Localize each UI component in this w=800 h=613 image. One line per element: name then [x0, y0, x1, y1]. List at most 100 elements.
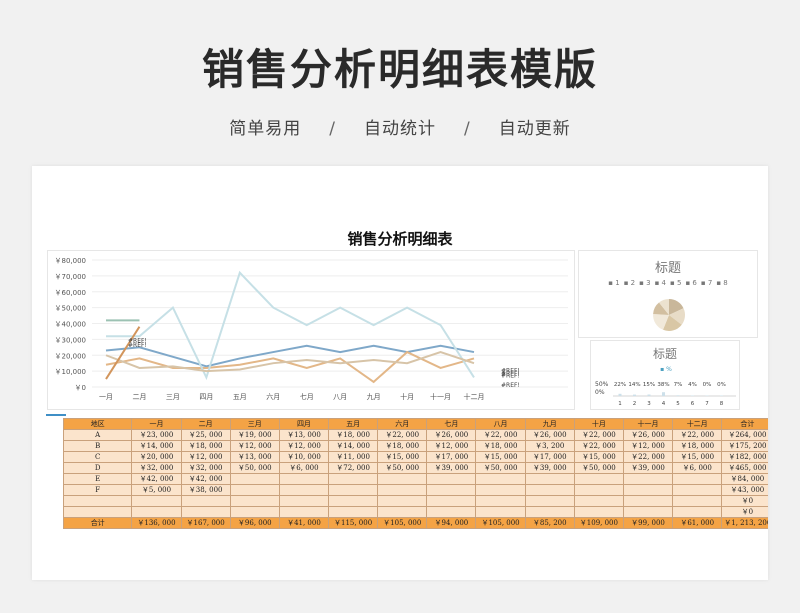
table-cell[interactable]	[180, 495, 231, 507]
table-cell[interactable]: ￥12, 000	[278, 440, 330, 452]
table-cell[interactable]	[426, 473, 477, 485]
table-cell[interactable]: ￥18, 000	[180, 440, 231, 452]
table-total-cell[interactable]: ￥94, 000	[426, 517, 477, 529]
table-cell[interactable]: ￥175, 200	[721, 440, 768, 452]
table-cell[interactable]: A	[62, 429, 133, 441]
table-cell[interactable]: ￥15, 000	[672, 451, 723, 463]
table-cell[interactable]	[622, 495, 674, 507]
table-cell[interactable]: ￥23, 000	[131, 429, 182, 441]
table-cell[interactable]: ￥22, 000	[622, 451, 674, 463]
table-cell[interactable]	[377, 506, 428, 518]
table-cell[interactable]: ￥50, 000	[475, 462, 526, 474]
table-cell[interactable]: ￥26, 000	[622, 429, 674, 441]
table-cell[interactable]	[426, 484, 477, 496]
bar-chart[interactable]: 标题 ▪ % 50% 0% 22% 1 14% 2 15% 3 38% 4 7% 5 4% 6 0% 7 0% 8	[590, 340, 740, 410]
table-cell[interactable]: ￥22, 000	[573, 429, 624, 441]
table-cell[interactable]: ￥39, 000	[426, 462, 477, 474]
table-cell[interactable]	[426, 506, 477, 518]
table-total-cell[interactable]: 合计	[62, 517, 133, 529]
table-cell[interactable]: E	[62, 473, 133, 485]
table-cell[interactable]	[62, 506, 133, 518]
table-total-cell[interactable]: ￥85, 200	[524, 517, 575, 529]
table-cell[interactable]: B	[62, 440, 133, 452]
table-cell[interactable]: ￥17, 000	[426, 451, 477, 463]
table-cell[interactable]: ￥14, 000	[131, 440, 182, 452]
table-cell[interactable]: ￥13, 000	[278, 429, 330, 441]
table-cell[interactable]: ￥15, 000	[377, 451, 428, 463]
table-cell[interactable]	[328, 506, 379, 518]
table-cell[interactable]	[475, 484, 526, 496]
table-cell[interactable]: ￥3, 200	[524, 440, 575, 452]
table-cell[interactable]	[377, 495, 428, 507]
table-cell[interactable]: ￥264, 000	[721, 429, 768, 441]
table-cell[interactable]: ￥22, 000	[377, 429, 428, 441]
table-total-cell[interactable]: ￥1, 213, 200	[721, 517, 768, 529]
table-cell[interactable]	[328, 473, 379, 485]
table-cell[interactable]: ￥12, 000	[229, 440, 280, 452]
table-cell[interactable]	[524, 484, 575, 496]
table-cell[interactable]	[229, 506, 280, 518]
table-cell[interactable]: ￥15, 000	[573, 451, 624, 463]
table-cell[interactable]: ￥19, 000	[229, 429, 280, 441]
table-cell[interactable]: ￥84, 000	[721, 473, 768, 485]
table-cell[interactable]: ￥17, 000	[524, 451, 575, 463]
table-cell[interactable]	[278, 495, 330, 507]
table-cell[interactable]	[524, 495, 575, 507]
table-cell[interactable]: ￥6, 000	[278, 462, 330, 474]
table-cell[interactable]	[131, 506, 182, 518]
table-cell[interactable]: ￥26, 000	[524, 429, 575, 441]
table-cell[interactable]: ￥72, 000	[328, 462, 379, 474]
table-total-cell[interactable]: ￥96, 000	[229, 517, 280, 529]
table-cell[interactable]: ￥0	[721, 495, 768, 507]
table-cell[interactable]	[229, 495, 280, 507]
table-cell[interactable]: ￥18, 000	[328, 429, 379, 441]
table-cell[interactable]: ￥0	[721, 506, 768, 518]
table-cell[interactable]: ￥50, 000	[377, 462, 428, 474]
table-cell[interactable]	[672, 473, 723, 485]
table-cell[interactable]: ￥14, 000	[328, 440, 379, 452]
table-cell[interactable]	[180, 506, 231, 518]
table-cell[interactable]	[131, 495, 182, 507]
table-cell[interactable]	[573, 473, 624, 485]
table-cell[interactable]: ￥39, 000	[524, 462, 575, 474]
table-cell[interactable]	[475, 495, 526, 507]
table-cell[interactable]: ￥32, 000	[131, 462, 182, 474]
table-cell[interactable]	[622, 506, 674, 518]
table-cell[interactable]: ￥465, 000	[721, 462, 768, 474]
table-cell[interactable]: ￥5, 000	[131, 484, 182, 496]
table-cell[interactable]	[622, 484, 674, 496]
table-total-cell[interactable]: ￥105, 000	[475, 517, 526, 529]
table-cell[interactable]	[524, 506, 575, 518]
table-cell[interactable]	[573, 495, 624, 507]
table-total-cell[interactable]: ￥61, 000	[672, 517, 723, 529]
table-total-cell[interactable]: ￥115, 000	[328, 517, 379, 529]
table-total-cell[interactable]: ￥105, 000	[377, 517, 428, 529]
table-cell[interactable]: ￥32, 000	[180, 462, 231, 474]
line-chart[interactable]: ￥0 ￥10,000 ￥20,000 ￥30,000 ￥40,000 ￥50,000 ￥60…	[47, 250, 575, 410]
table-cell[interactable]: ￥50, 000	[229, 462, 280, 474]
table-cell[interactable]: ￥15, 000	[475, 451, 526, 463]
table-total-cell[interactable]: ￥167, 000	[180, 517, 231, 529]
table-cell[interactable]	[573, 484, 624, 496]
table-cell[interactable]	[377, 473, 428, 485]
table-cell[interactable]: ￥22, 000	[573, 440, 624, 452]
table-cell[interactable]	[475, 473, 526, 485]
table-cell[interactable]: ￥42, 000	[180, 473, 231, 485]
table-cell[interactable]: ￥6, 000	[672, 462, 723, 474]
table-cell[interactable]: ￥39, 000	[622, 462, 674, 474]
table-cell[interactable]: ￥18, 000	[672, 440, 723, 452]
table-cell[interactable]: ￥18, 000	[377, 440, 428, 452]
table-cell[interactable]: ￥43, 000	[721, 484, 768, 496]
table-cell[interactable]	[573, 506, 624, 518]
table-total-cell[interactable]: ￥99, 000	[622, 517, 674, 529]
table-cell[interactable]: ￥26, 000	[426, 429, 477, 441]
table-cell[interactable]: ￥42, 000	[131, 473, 182, 485]
table-cell[interactable]: ￥50, 000	[573, 462, 624, 474]
table-cell[interactable]	[229, 484, 280, 496]
table-cell[interactable]	[328, 484, 379, 496]
table-cell[interactable]	[672, 495, 723, 507]
table-cell[interactable]: ￥22, 000	[475, 429, 526, 441]
table-cell[interactable]: ￥13, 000	[229, 451, 280, 463]
table-cell[interactable]: ￥12, 000	[180, 451, 231, 463]
table-cell[interactable]	[622, 473, 674, 485]
